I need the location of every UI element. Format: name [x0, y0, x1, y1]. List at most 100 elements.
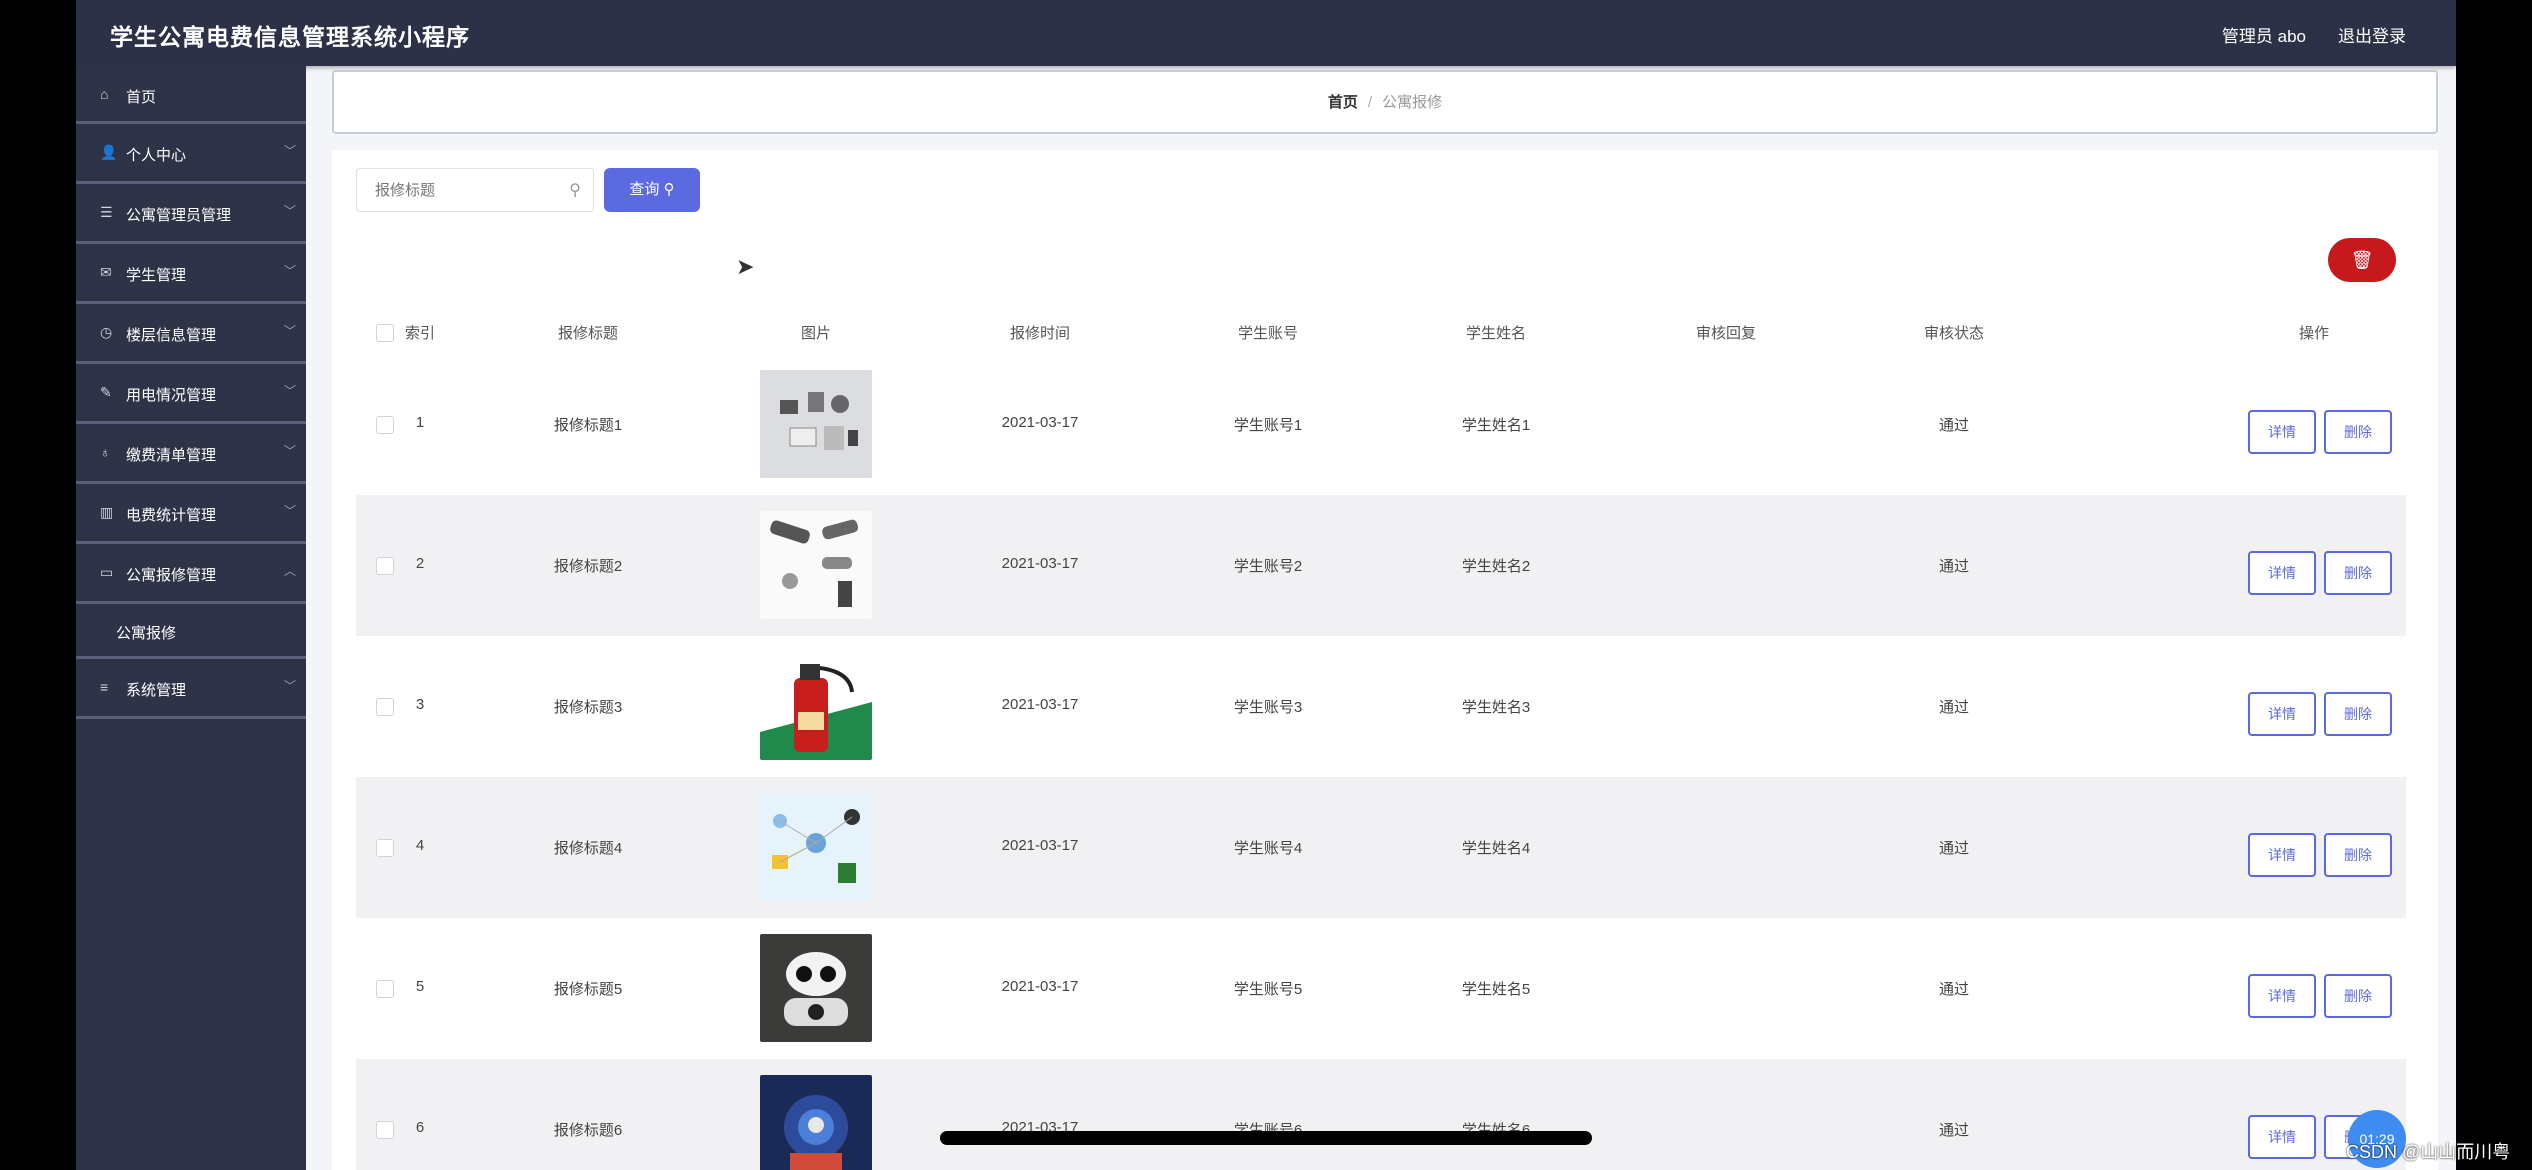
- cell-account: 学生账号5: [1233, 981, 1303, 998]
- sidebar-item-label: 楼层信息管理: [126, 327, 217, 344]
- chevron-down-icon: ﹀: [283, 444, 296, 458]
- column-header-title: 报修标题: [557, 325, 619, 342]
- cell-name: 学生姓名5: [1461, 981, 1531, 998]
- query-button[interactable]: 查询 ⚲: [604, 168, 700, 212]
- table-row: 4 报修标题4 2021-03-17 学生账号4 学生姓名4 通过 详情 删除: [356, 777, 2406, 918]
- sidebar-item[interactable]: ✎ 用电情况管理 ﹀: [76, 364, 306, 424]
- logout-link[interactable]: 退出登录: [2338, 22, 2406, 47]
- delete-button[interactable]: 删除: [2324, 551, 2392, 595]
- edit-icon: ✎: [100, 384, 112, 400]
- sidebar-item-label: 公寓报修管理: [126, 567, 217, 584]
- list-icon: ☰: [100, 204, 113, 220]
- breadcrumb-home[interactable]: 首页: [1328, 94, 1358, 111]
- watermark: CSDN @山山而川粤: [2346, 1142, 2511, 1162]
- sidebar-item-label: 个人中心: [126, 147, 187, 164]
- table-row: 1 报修标题1 2021-03-17 学生账号1 学生姓名1 通过 详情 删除: [356, 354, 2406, 495]
- sidebar-item-label: 系统管理: [126, 682, 187, 699]
- row-checkbox[interactable]: [376, 980, 394, 998]
- mail-icon: ✉: [100, 264, 112, 280]
- cell-status: 通过: [1938, 558, 1970, 575]
- cell-time: 2021-03-17: [1001, 555, 1079, 572]
- sidebar-item[interactable]: ☰ 公寓管理员管理 ﹀: [76, 184, 306, 244]
- cell-account: 学生账号4: [1233, 840, 1303, 857]
- chevron-down-icon: ﹀: [283, 679, 296, 693]
- chart-icon: ▥: [100, 504, 114, 520]
- sidebar-item-label: 首页: [126, 89, 157, 106]
- row-checkbox[interactable]: [376, 698, 394, 716]
- menu-icon: ≡: [100, 679, 109, 695]
- sidebar: ⌂ 首页 👤 个人中心 ﹀ ☰ 公寓管理员管理 ﹀ ✉ 学生管理 ﹀ ◷ 楼层信息管理 ﹀ ✎ 用电情况管理 ﹀…: [76, 66, 306, 1170]
- breadcrumb-current: 公寓报修: [1382, 94, 1443, 111]
- row-checkbox[interactable]: [376, 557, 394, 575]
- home-icon: ⌂: [100, 86, 109, 102]
- column-header-account: 学生账号: [1237, 325, 1299, 342]
- home-indicator: [940, 1131, 1592, 1145]
- cell-account: 学生账号2: [1233, 558, 1303, 575]
- sidebar-item[interactable]: ≡ 系统管理 ﹀: [76, 659, 306, 719]
- delete-button[interactable]: 删除: [2324, 692, 2392, 736]
- cell-index: 1: [415, 414, 425, 431]
- top-header: 学生公寓电费信息管理系统小程序 管理员 abo 退出登录: [76, 0, 2456, 66]
- admin-label: 管理员 abo: [2221, 27, 2306, 46]
- sidebar-item[interactable]: ◷ 楼层信息管理 ﹀: [76, 304, 306, 364]
- column-header-reply: 审核回复: [1695, 325, 1757, 342]
- column-header-name: 学生姓名: [1465, 325, 1527, 342]
- user-icon: 👤: [100, 144, 118, 160]
- search-icon: ⚲: [663, 181, 675, 198]
- cell-name: 学生姓名3: [1461, 699, 1531, 716]
- cell-name: 学生姓名1: [1461, 417, 1531, 434]
- column-header-status: 审核状态: [1923, 325, 1985, 342]
- row-checkbox[interactable]: [376, 839, 394, 857]
- sidebar-item-label: 电费统计管理: [126, 507, 217, 524]
- repair-photo: [760, 511, 872, 619]
- cell-title: 报修标题4: [553, 840, 623, 857]
- cell-index: 6: [415, 1119, 425, 1136]
- chat-icon: ▭: [100, 564, 114, 580]
- delete-button[interactable]: 删除: [2324, 833, 2392, 877]
- app-window: 学生公寓电费信息管理系统小程序 管理员 abo 退出登录 ⌂ 首页 👤 个人中心 ﹀ ☰ 公…: [76, 0, 2456, 1170]
- cell-name: 学生姓名4: [1461, 840, 1531, 857]
- select-all-checkbox[interactable]: [376, 324, 394, 342]
- detail-button[interactable]: 详情: [2248, 692, 2316, 736]
- search-icon: ⚲: [569, 182, 581, 199]
- batch-delete-button[interactable]: 🗑: [2328, 238, 2396, 282]
- repair-photo: [760, 1075, 872, 1170]
- sidebar-subitem[interactable]: 公寓报修: [76, 604, 306, 659]
- sidebar-item[interactable]: ✉ 学生管理 ﹀: [76, 244, 306, 304]
- cell-account: 学生账号3: [1233, 699, 1303, 716]
- cell-account: 学生账号1: [1233, 417, 1303, 434]
- row-checkbox[interactable]: [376, 416, 394, 434]
- cell-time: 2021-03-17: [1001, 978, 1079, 995]
- delete-button[interactable]: 删除: [2324, 410, 2392, 454]
- breadcrumb: 首页 / 公寓报修: [332, 70, 2438, 134]
- delete-button[interactable]: 删除: [2324, 974, 2392, 1018]
- sidebar-item-label: 用电情况管理: [126, 387, 217, 404]
- chevron-down-icon: ﹀: [283, 144, 296, 158]
- clock-icon: ◷: [100, 324, 113, 340]
- search-field[interactable]: ⚲: [356, 168, 594, 212]
- sidebar-item[interactable]: ♁ 缴费清单管理 ﹀: [76, 424, 306, 484]
- app-title: 学生公寓电费信息管理系统小程序: [110, 24, 470, 50]
- detail-button[interactable]: 详情: [2248, 1115, 2316, 1159]
- column-header-image: 图片: [800, 325, 832, 342]
- detail-button[interactable]: 详情: [2248, 410, 2316, 454]
- search-input[interactable]: [373, 169, 557, 211]
- row-checkbox[interactable]: [376, 1121, 394, 1139]
- query-button-label: 查询: [629, 181, 660, 198]
- detail-button[interactable]: 详情: [2248, 551, 2316, 595]
- cell-title: 报修标题2: [553, 558, 623, 575]
- sidebar-item[interactable]: ⌂ 首页: [76, 66, 306, 124]
- breadcrumb-separator: /: [1367, 94, 1373, 111]
- sidebar-item[interactable]: 👤 个人中心 ﹀: [76, 124, 306, 184]
- mouse-cursor-icon: ➤: [736, 254, 755, 279]
- cell-status: 通过: [1938, 417, 1970, 434]
- repair-photo: [760, 934, 872, 1042]
- table-header: 索引 报修标题 图片 报修时间 学生账号 学生姓名 审核回复 审核状态 操作: [356, 310, 2406, 354]
- detail-button[interactable]: 详情: [2248, 974, 2316, 1018]
- repair-photo: [760, 793, 872, 901]
- table-row: 6报修标题62021-03-17学生账号6学生姓名6通过详情删除: [356, 1059, 2406, 1170]
- sidebar-item[interactable]: ▥ 电费统计管理 ﹀: [76, 484, 306, 544]
- detail-button[interactable]: 详情: [2248, 833, 2316, 877]
- cell-status: 通过: [1938, 981, 1970, 998]
- sidebar-item[interactable]: ▭ 公寓报修管理 ︿: [76, 544, 306, 604]
